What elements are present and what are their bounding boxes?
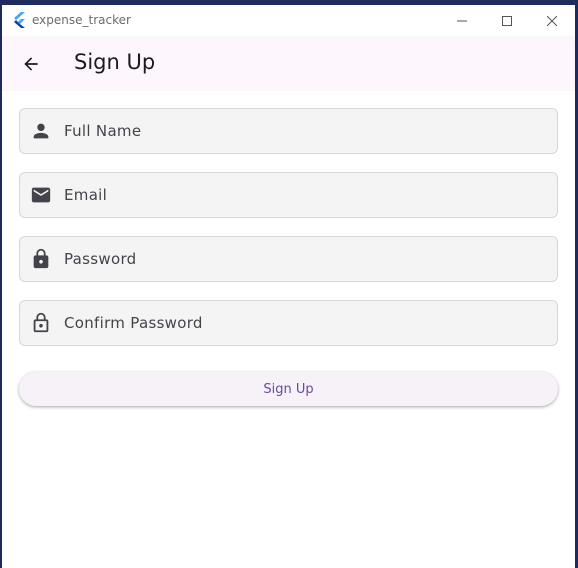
app-window: expense_tracker Sign Up Full Name Email … (1, 5, 576, 568)
page-title: Sign Up (74, 50, 156, 74)
person-icon (33, 123, 49, 139)
email-field[interactable]: Email (19, 172, 558, 218)
full-name-placeholder: Full Name (64, 122, 142, 140)
window-title: expense_tracker (32, 13, 131, 27)
title-bar[interactable]: expense_tracker (2, 5, 575, 36)
app-bar: Sign Up (2, 36, 575, 91)
flutter-logo-icon (14, 12, 25, 28)
lock-outline-icon (33, 312, 49, 333)
email-placeholder: Email (64, 186, 108, 204)
confirm-password-placeholder: Confirm Password (64, 314, 203, 332)
minimize-button[interactable] (439, 5, 484, 36)
close-button[interactable] (529, 5, 574, 36)
sign-up-button[interactable]: Sign Up (19, 372, 558, 406)
lock-icon (33, 248, 49, 269)
minimize-icon (456, 20, 467, 21)
password-placeholder: Password (64, 250, 137, 268)
full-name-field[interactable]: Full Name (19, 108, 558, 154)
password-field[interactable]: Password (19, 236, 558, 282)
maximize-button[interactable] (484, 5, 529, 36)
mail-icon (31, 187, 51, 203)
arrow-back-icon (24, 57, 38, 71)
maximize-icon (501, 15, 512, 26)
back-button[interactable] (15, 48, 47, 80)
close-icon (546, 15, 557, 26)
confirm-password-field[interactable]: Confirm Password (19, 300, 558, 346)
